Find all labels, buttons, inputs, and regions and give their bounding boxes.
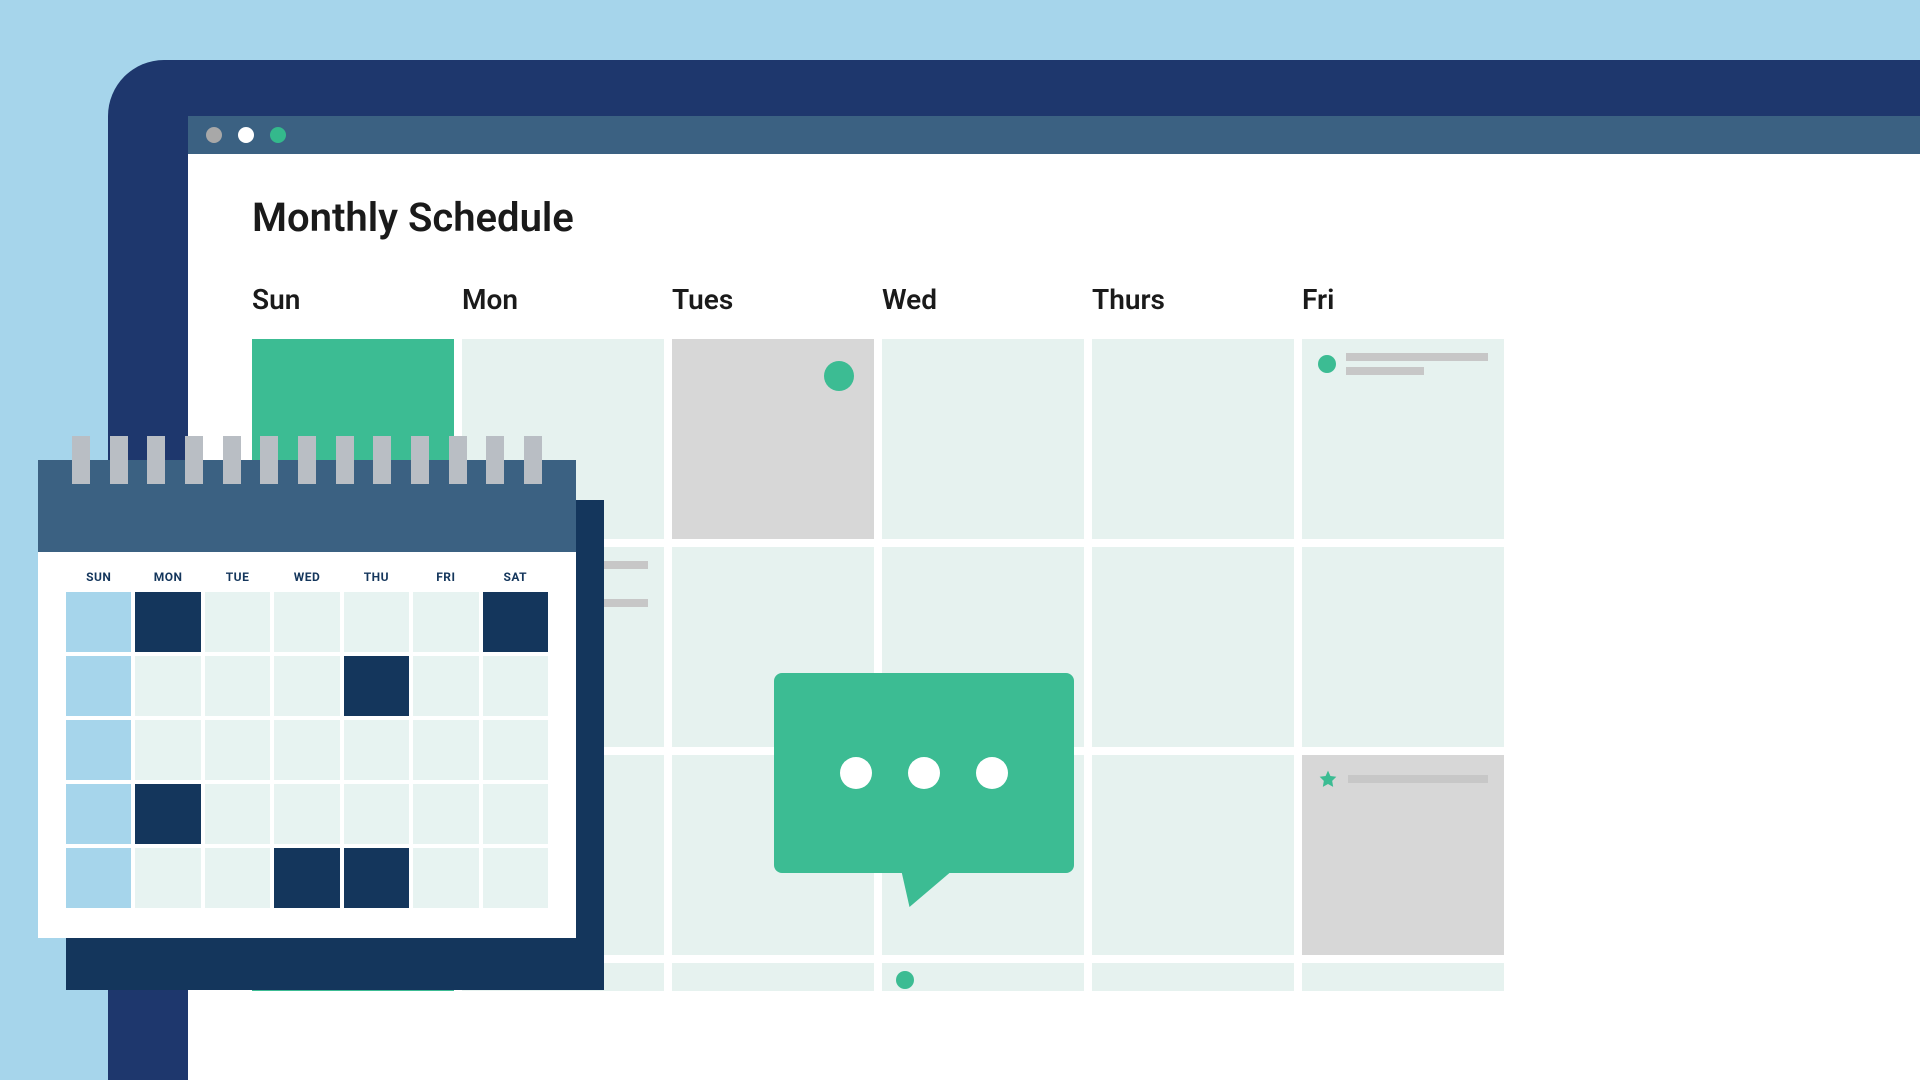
day-cell[interactable] <box>672 963 874 991</box>
mini-day-cell[interactable] <box>205 784 270 844</box>
event-dot-icon <box>824 361 854 391</box>
mini-day-cell[interactable] <box>413 656 478 716</box>
day-cell[interactable] <box>882 963 1084 991</box>
mini-col-wed: WED <box>274 564 339 588</box>
day-cell[interactable] <box>1092 547 1294 747</box>
day-cell[interactable] <box>1302 339 1504 539</box>
mini-day-cell[interactable] <box>135 592 200 652</box>
col-head-fri: Fri <box>1302 283 1504 331</box>
mini-calendar: SUN MON TUE WED THU FRI SAT <box>38 460 576 938</box>
ellipsis-dot-icon <box>976 757 1008 789</box>
col-head-thurs: Thurs <box>1092 283 1294 331</box>
mini-day-cell[interactable] <box>413 784 478 844</box>
mini-day-cell[interactable] <box>135 848 200 908</box>
page-title: Monthly Schedule <box>252 194 1920 241</box>
ellipsis-dot-icon <box>908 757 940 789</box>
mini-day-cell[interactable] <box>483 848 548 908</box>
mini-day-cell[interactable] <box>483 720 548 780</box>
mini-day-cell[interactable] <box>205 592 270 652</box>
day-cell[interactable] <box>1092 755 1294 955</box>
mini-day-cell[interactable] <box>205 656 270 716</box>
col-head-mon: Mon <box>462 283 664 331</box>
col-head-tues: Tues <box>672 283 874 331</box>
traffic-light-zoom-icon[interactable] <box>270 127 286 143</box>
day-cell[interactable] <box>1302 755 1504 955</box>
col-head-wed: Wed <box>882 283 1084 331</box>
mini-day-cell[interactable] <box>274 592 339 652</box>
mini-day-cell[interactable] <box>274 720 339 780</box>
mini-calendar-body: SUN MON TUE WED THU FRI SAT <box>38 552 576 938</box>
day-cell[interactable] <box>672 339 874 539</box>
mini-day-cell[interactable] <box>413 720 478 780</box>
mini-day-cell[interactable] <box>483 784 548 844</box>
chat-bubble-icon[interactable] <box>774 673 1074 873</box>
mini-col-fri: FRI <box>413 564 478 588</box>
mini-day-cell[interactable] <box>344 720 409 780</box>
mini-day-cell[interactable] <box>205 848 270 908</box>
day-cell[interactable] <box>1092 963 1294 991</box>
mini-day-cell[interactable] <box>274 784 339 844</box>
mini-day-cell[interactable] <box>344 848 409 908</box>
mini-day-cell[interactable] <box>66 592 131 652</box>
mini-col-mon: MON <box>135 564 200 588</box>
mini-col-tue: TUE <box>205 564 270 588</box>
event-item[interactable] <box>1318 769 1488 789</box>
star-icon <box>1318 769 1338 789</box>
mini-day-cell[interactable] <box>483 592 548 652</box>
event-item[interactable] <box>1318 353 1488 375</box>
event-placeholder-text <box>1348 775 1488 783</box>
mini-col-sun: SUN <box>66 564 131 588</box>
mini-day-cell[interactable] <box>205 720 270 780</box>
mini-col-sat: SAT <box>483 564 548 588</box>
mini-day-cell[interactable] <box>66 720 131 780</box>
mini-day-cell[interactable] <box>135 656 200 716</box>
mini-day-cell[interactable] <box>66 784 131 844</box>
ellipsis-dot-icon <box>840 757 872 789</box>
event-dot-icon <box>896 971 914 989</box>
mini-day-cell[interactable] <box>344 592 409 652</box>
spiral-binding <box>72 436 542 484</box>
day-cell[interactable] <box>1092 339 1294 539</box>
mini-day-cell[interactable] <box>413 592 478 652</box>
mini-day-cell[interactable] <box>66 656 131 716</box>
mini-day-cell[interactable] <box>135 720 200 780</box>
mini-day-cell[interactable] <box>413 848 478 908</box>
event-placeholder-text <box>1346 353 1488 375</box>
day-cell[interactable] <box>1302 547 1504 747</box>
mini-col-thu: THU <box>344 564 409 588</box>
mini-day-cell[interactable] <box>274 848 339 908</box>
traffic-light-minimize-icon[interactable] <box>238 127 254 143</box>
day-cell[interactable] <box>1302 963 1504 991</box>
day-cell[interactable] <box>882 339 1084 539</box>
mini-day-cell[interactable] <box>344 656 409 716</box>
mini-day-cell[interactable] <box>344 784 409 844</box>
mini-day-cell[interactable] <box>66 848 131 908</box>
mini-day-cell[interactable] <box>483 656 548 716</box>
col-head-sun: Sun <box>252 283 454 331</box>
event-dot-icon <box>1318 355 1336 373</box>
mini-day-cell[interactable] <box>274 656 339 716</box>
traffic-light-close-icon[interactable] <box>206 127 222 143</box>
browser-titlebar <box>188 116 1920 154</box>
mini-day-cell[interactable] <box>135 784 200 844</box>
